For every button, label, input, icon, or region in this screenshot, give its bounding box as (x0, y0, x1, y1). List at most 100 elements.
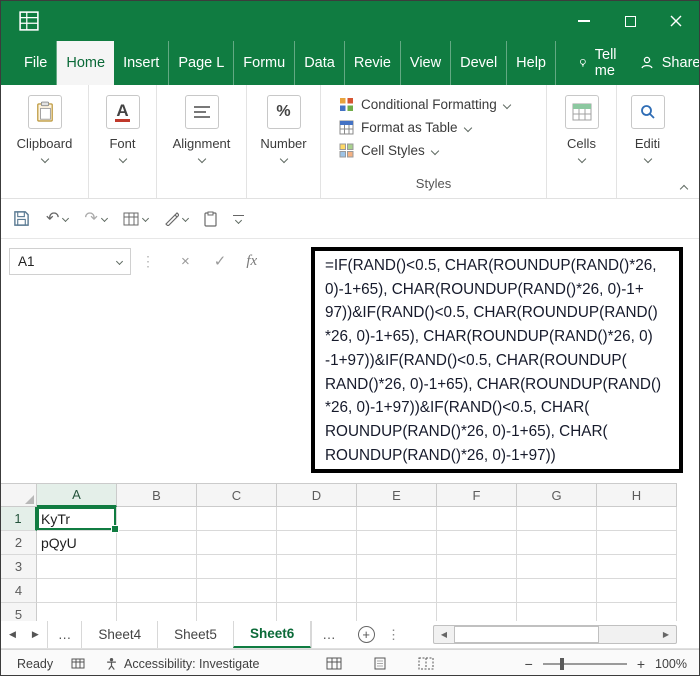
row-header-2[interactable]: 2 (1, 531, 37, 555)
cell-D3[interactable] (277, 555, 357, 579)
select-all-corner[interactable] (1, 484, 37, 507)
cell-D4[interactable] (277, 579, 357, 603)
cell-A2[interactable]: pQyU (37, 531, 117, 555)
cell-H3[interactable] (597, 555, 677, 579)
column-header-G[interactable]: G (517, 484, 597, 507)
customize-toolbar-button[interactable] (233, 215, 244, 223)
cell-A1[interactable]: KyTr (37, 507, 117, 531)
sheet-nav-right-button[interactable]: ▶ (24, 621, 47, 648)
cell-E5[interactable] (357, 603, 437, 621)
cell-H1[interactable] (597, 507, 677, 531)
format-as-table-button[interactable]: Format as Table (321, 116, 546, 139)
column-header-F[interactable]: F (437, 484, 517, 507)
column-header-C[interactable]: C (197, 484, 277, 507)
cell-D2[interactable] (277, 531, 357, 555)
tab-insert[interactable]: Insert (114, 41, 169, 85)
column-header-H[interactable]: H (597, 484, 677, 507)
ribbon-group-cells[interactable]: Cells (547, 85, 617, 198)
page-break-view-button[interactable] (418, 657, 434, 670)
cell-C2[interactable] (197, 531, 277, 555)
name-box[interactable]: A1 (9, 248, 131, 275)
tell-me-button[interactable]: Tell me (570, 41, 631, 85)
row-header-5[interactable]: 5 (1, 603, 37, 621)
table-tool-button[interactable] (123, 212, 148, 226)
cell-B4[interactable] (117, 579, 197, 603)
column-header-A[interactable]: A (37, 484, 117, 507)
column-header-E[interactable]: E (357, 484, 437, 507)
sheet-tab-sheet4[interactable]: Sheet4 (81, 621, 157, 648)
tab-home[interactable]: Home (57, 41, 114, 85)
zoom-out-button[interactable]: − (525, 656, 533, 672)
tab-view[interactable]: View (401, 41, 451, 85)
cell-F5[interactable] (437, 603, 517, 621)
cell-F2[interactable] (437, 531, 517, 555)
tab-help[interactable]: Help (507, 41, 556, 85)
paste-button[interactable] (204, 211, 217, 227)
scrollbar-track[interactable] (454, 626, 656, 643)
maximize-button[interactable] (607, 1, 653, 41)
cell-C5[interactable] (197, 603, 277, 621)
close-button[interactable] (653, 1, 699, 41)
ribbon-group-number[interactable]: % Number (247, 85, 321, 198)
cell-F3[interactable] (437, 555, 517, 579)
cell-B3[interactable] (117, 555, 197, 579)
tab-developer[interactable]: Devel (451, 41, 507, 85)
scrollbar-thumb[interactable] (454, 626, 599, 643)
tab-page-layout[interactable]: Page L (169, 41, 234, 85)
cell-G3[interactable] (517, 555, 597, 579)
sheet-ellipsis-left[interactable]: … (47, 621, 82, 648)
insert-function-button[interactable]: fx (246, 253, 257, 270)
cell-A5[interactable] (37, 603, 117, 621)
cell-G5[interactable] (517, 603, 597, 621)
cell-E3[interactable] (357, 555, 437, 579)
cell-H5[interactable] (597, 603, 677, 621)
zoom-slider[interactable] (543, 663, 627, 665)
column-header-B[interactable]: B (117, 484, 197, 507)
scroll-left-button[interactable]: ◀ (434, 626, 454, 643)
cell-C3[interactable] (197, 555, 277, 579)
cell-H2[interactable] (597, 531, 677, 555)
cell-B1[interactable] (117, 507, 197, 531)
cell-A4[interactable] (37, 579, 117, 603)
cell-F1[interactable] (437, 507, 517, 531)
tab-formulas[interactable]: Formu (234, 41, 295, 85)
cell-E2[interactable] (357, 531, 437, 555)
column-header-D[interactable]: D (277, 484, 357, 507)
save-button[interactable] (13, 210, 30, 227)
macro-record-button[interactable] (71, 650, 85, 676)
zoom-in-button[interactable]: + (637, 656, 645, 672)
accessibility-status[interactable]: Accessibility: Investigate (105, 650, 259, 676)
add-sheet-button[interactable]: + (358, 626, 375, 643)
horizontal-scrollbar[interactable]: ◀ ▶ (433, 625, 677, 644)
cell-B5[interactable] (117, 603, 197, 621)
share-button[interactable]: Share (631, 41, 700, 85)
undo-button[interactable]: ↶ (46, 211, 68, 227)
cell-G1[interactable] (517, 507, 597, 531)
normal-view-button[interactable] (326, 657, 342, 670)
page-layout-view-button[interactable] (372, 657, 388, 670)
cell-G2[interactable] (517, 531, 597, 555)
cell-E4[interactable] (357, 579, 437, 603)
sheet-tab-sheet5[interactable]: Sheet5 (157, 621, 233, 648)
cell-styles-button[interactable]: Cell Styles (321, 139, 546, 162)
sheet-ellipsis-right[interactable]: … (311, 621, 346, 648)
tab-file[interactable]: File (15, 41, 57, 85)
cancel-button[interactable]: × (181, 253, 190, 270)
ribbon-group-clipboard[interactable]: Clipboard (1, 85, 89, 198)
ribbon-group-alignment[interactable]: Alignment (157, 85, 247, 198)
cell-C1[interactable] (197, 507, 277, 531)
tab-review[interactable]: Revie (345, 41, 401, 85)
cell-D5[interactable] (277, 603, 357, 621)
sheet-nav-left-button[interactable]: ◀ (1, 621, 24, 648)
ribbon-group-font[interactable]: A Font (89, 85, 157, 198)
cell-B2[interactable] (117, 531, 197, 555)
zoom-level[interactable]: 100% (655, 657, 687, 671)
formula-input[interactable]: =IF(RAND()<0.5, CHAR(ROUNDUP(RAND()*26, … (311, 247, 683, 473)
cell-F4[interactable] (437, 579, 517, 603)
cell-C4[interactable] (197, 579, 277, 603)
tab-data[interactable]: Data (295, 41, 345, 85)
minimize-button[interactable] (561, 1, 607, 41)
zoom-slider-handle[interactable] (560, 658, 564, 670)
scroll-right-button[interactable]: ▶ (656, 626, 676, 643)
cell-H4[interactable] (597, 579, 677, 603)
